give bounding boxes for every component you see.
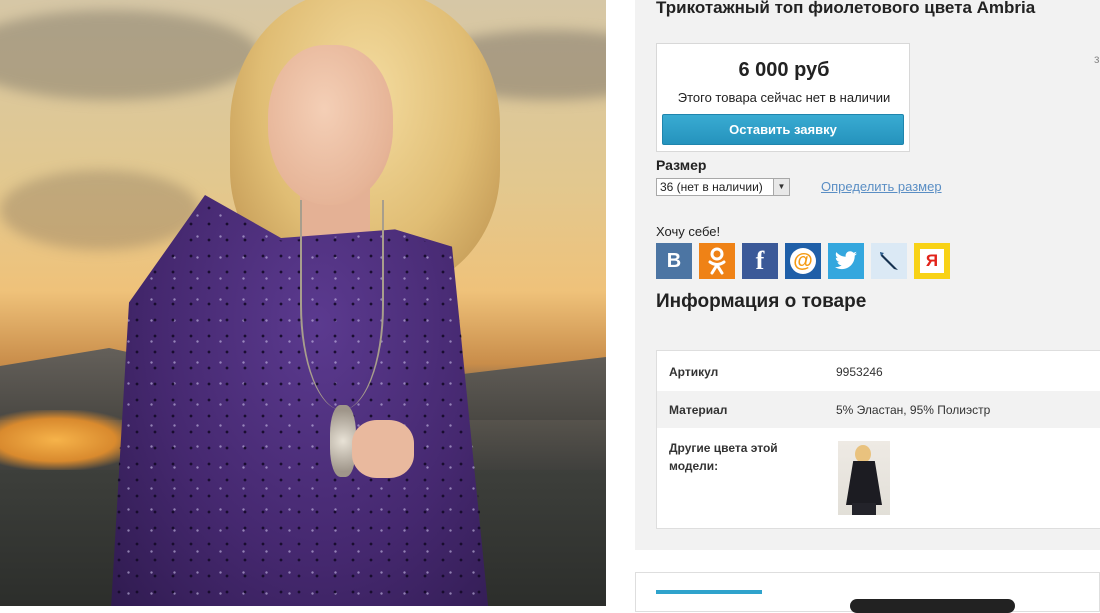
odnoklassniki-glyph: [708, 247, 726, 275]
model-hand: [352, 420, 414, 478]
table-row: Артикул 9953246: [657, 351, 1100, 389]
model-necklace: [300, 200, 384, 410]
odnoklassniki-icon[interactable]: [699, 243, 735, 279]
price-box: 6 000 руб Этого товара сейчас нет в нали…: [656, 43, 910, 152]
row-key: Другие цвета этой модели:: [669, 441, 778, 473]
row-value: 5% Эластан, 95% Полиэстр: [836, 403, 991, 417]
facebook-glyph: f: [755, 246, 765, 275]
livejournal-icon[interactable]: [871, 243, 907, 279]
facebook-icon[interactable]: f: [742, 243, 778, 279]
thumbnail-model-top: [846, 461, 882, 505]
row-key: Артикул: [669, 365, 719, 379]
vk-glyph: В: [666, 249, 682, 272]
twitter-icon[interactable]: [828, 243, 864, 279]
mailru-icon[interactable]: @: [785, 243, 821, 279]
photo-sunset: [0, 410, 140, 470]
edge-fragment: з: [1094, 52, 1100, 66]
photo-sky-cloud: [0, 170, 200, 250]
product-price: 6 000 руб: [738, 59, 830, 81]
model-face: [268, 45, 393, 205]
size-guide-link[interactable]: Определить размер: [821, 179, 942, 194]
product-info-table: Артикул 9953246 Материал 5% Эластан, 95%…: [656, 350, 1100, 529]
twitter-bird-glyph: [835, 251, 857, 270]
availability-status: Этого товара сейчас нет в наличии: [677, 90, 891, 105]
dark-pill-button[interactable]: [850, 599, 1015, 613]
leave-request-button[interactable]: Оставить заявку: [662, 114, 904, 145]
size-select-value: 36 (нет в наличии): [660, 180, 763, 194]
share-label: Хочу себе!: [656, 224, 721, 239]
tab-active-indicator[interactable]: [656, 590, 762, 594]
livejournal-pencil-glyph: [880, 252, 898, 270]
product-photo[interactable]: [0, 0, 606, 606]
yandex-icon[interactable]: Я: [914, 243, 950, 279]
other-color-thumbnail[interactable]: [838, 441, 890, 515]
social-share-buttons: В f @ Я: [656, 243, 950, 279]
photo-sky-cloud: [0, 10, 260, 100]
vk-icon[interactable]: В: [656, 243, 692, 279]
table-row: Материал 5% Эластан, 95% Полиэстр: [657, 391, 1100, 428]
size-select[interactable]: 36 (нет в наличии) ▼: [656, 178, 790, 196]
chevron-down-icon[interactable]: ▼: [773, 179, 789, 195]
thumbnail-model-legs: [852, 503, 876, 515]
row-key: Материал: [669, 403, 728, 417]
info-heading: Информация о товаре: [656, 291, 867, 312]
thumbnail-model-head: [855, 445, 871, 463]
row-value: 9953246: [836, 365, 883, 379]
product-title: Трикотажный топ фиолетового цвета Ambria: [656, 0, 1036, 17]
mailru-glyph: @: [790, 248, 816, 274]
size-label: Размер: [656, 157, 707, 173]
yandex-glyph: Я: [920, 249, 944, 273]
